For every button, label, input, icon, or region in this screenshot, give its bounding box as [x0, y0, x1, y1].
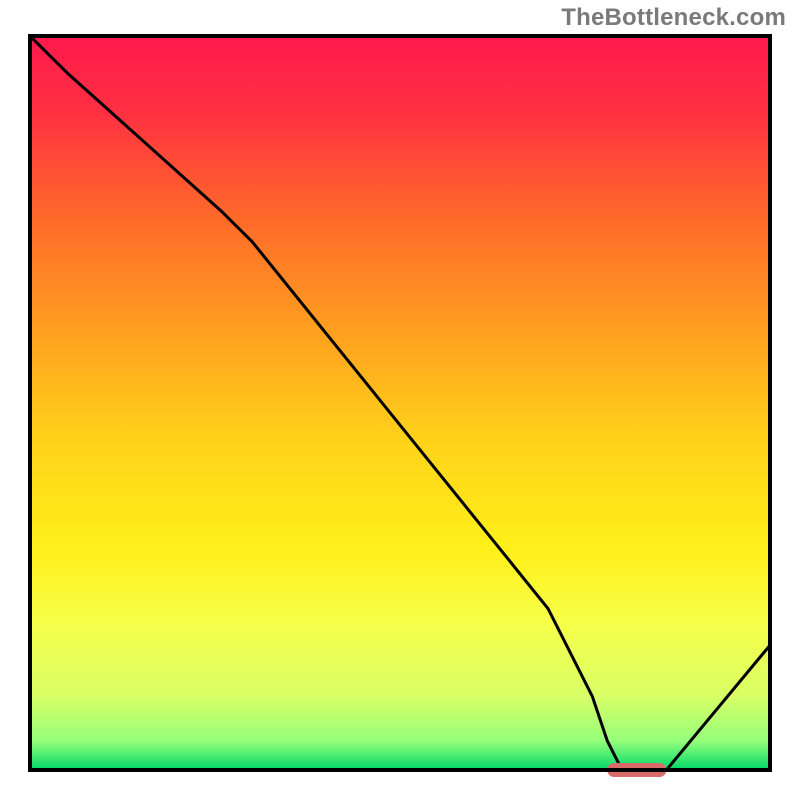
watermark-text: TheBottleneck.com — [561, 4, 786, 32]
bottleneck-chart — [0, 0, 800, 800]
chart-container: TheBottleneck.com — [0, 0, 800, 800]
chart-background — [30, 36, 770, 770]
